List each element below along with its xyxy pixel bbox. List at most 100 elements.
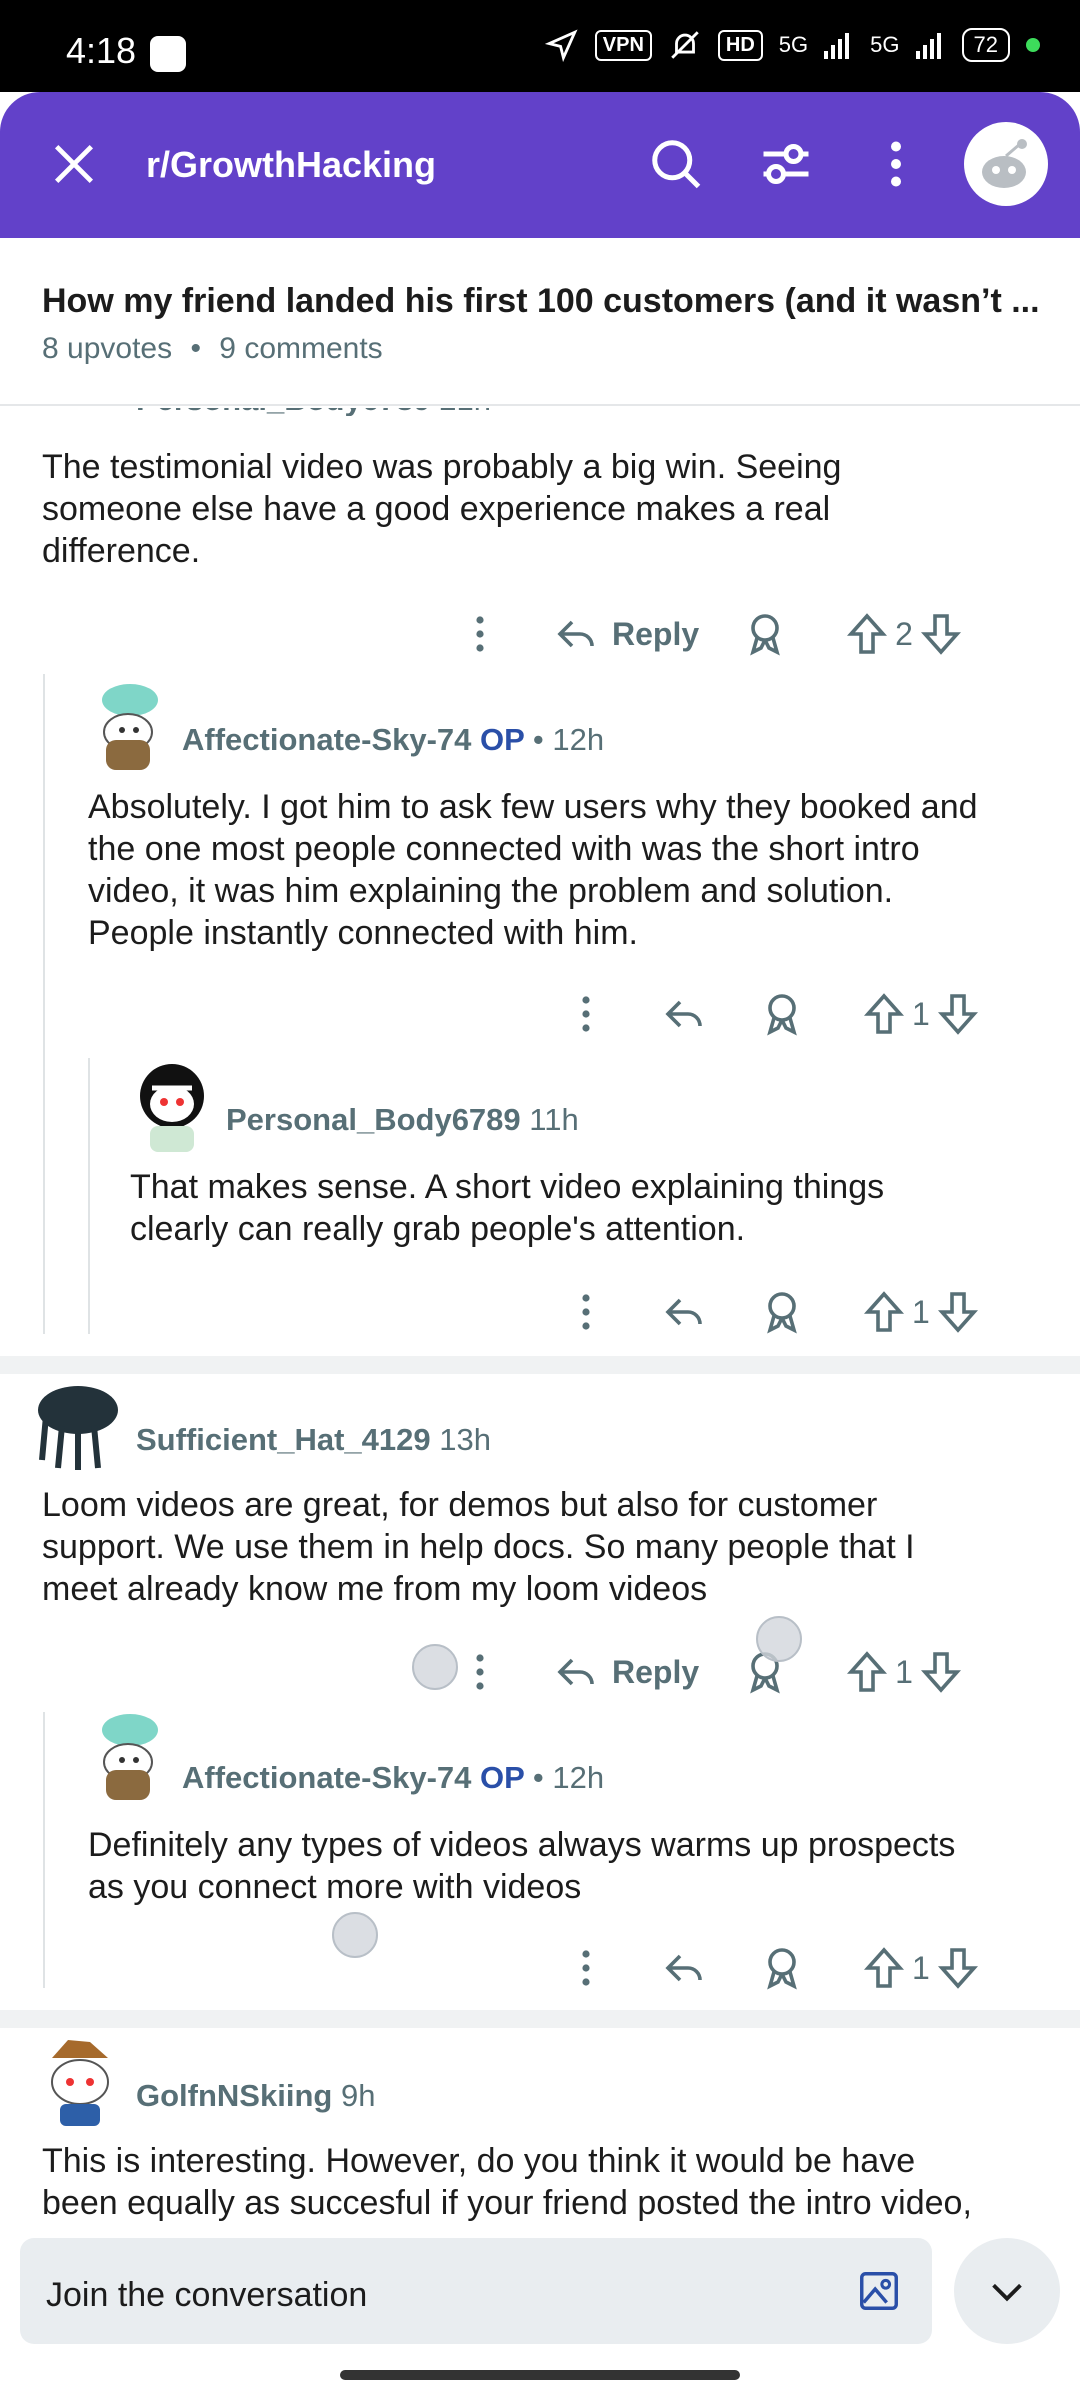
comment-actions: 1 xyxy=(562,1938,982,1998)
upvote-icon[interactable] xyxy=(860,990,908,1038)
comment-body: Definitely any types of videos always wa… xyxy=(88,1824,955,1908)
image-icon[interactable] xyxy=(856,2268,902,2314)
chevron-down-icon xyxy=(992,2283,1022,2302)
avatar[interactable] xyxy=(126,1058,218,1154)
notification-app-icon xyxy=(150,36,186,72)
post-header[interactable]: How my friend landed his first 100 custo… xyxy=(0,238,1080,406)
username[interactable]: Personal_Body6789 xyxy=(136,408,431,416)
reply-icon[interactable] xyxy=(660,990,708,1038)
battery-icon: 72 xyxy=(961,28,1010,62)
touch-indicator xyxy=(332,1912,378,1958)
subreddit-name[interactable]: r/GrowthHacking xyxy=(146,144,436,186)
op-badge: OP xyxy=(480,722,525,757)
op-badge: OP xyxy=(480,1760,525,1795)
comment-line: Absolutely. I got him to ask few users w… xyxy=(88,788,978,826)
comment-count: 9 comments xyxy=(219,332,383,365)
username[interactable]: Affectionate-Sky-74 xyxy=(182,1760,471,1795)
post-title[interactable]: How my friend landed his first 100 custo… xyxy=(42,282,1042,321)
username[interactable]: Personal_Body6789 xyxy=(226,1102,521,1137)
comment-line: Loom videos are great, for demos but als… xyxy=(42,1486,878,1524)
comment-time: • 12h xyxy=(532,722,605,757)
upvote-icon[interactable] xyxy=(860,1944,908,1992)
upvote-count: 8 upvotes xyxy=(42,332,173,365)
collapse-button[interactable] xyxy=(954,2238,1060,2344)
upvote-icon[interactable] xyxy=(843,1648,891,1696)
reply-button[interactable]: Reply xyxy=(552,610,699,658)
vote-count: 1 xyxy=(895,1653,913,1690)
more-options-icon[interactable] xyxy=(456,1648,504,1696)
comment-body: That makes sense. A short video explaini… xyxy=(130,1166,884,1250)
comment-actions: Reply 2 xyxy=(456,604,965,664)
avatar[interactable] xyxy=(88,670,172,774)
snoo-avatar-icon xyxy=(140,1064,204,1152)
downvote-icon[interactable] xyxy=(917,610,965,658)
upvote-icon[interactable] xyxy=(860,1288,908,1336)
reply-icon[interactable] xyxy=(660,1944,708,1992)
comment-time: 13h xyxy=(439,1422,491,1457)
award-icon[interactable] xyxy=(758,990,806,1038)
comment-line: someone else have a good experience make… xyxy=(42,490,831,528)
comment-author: GolfnNSkiing 9h xyxy=(136,2078,375,2114)
search-icon[interactable] xyxy=(646,134,706,194)
reply-label: Reply xyxy=(612,1653,700,1690)
downvote-icon[interactable] xyxy=(934,1288,982,1336)
more-options-icon[interactable] xyxy=(562,1288,610,1336)
comment-line: That makes sense. A short video explaini… xyxy=(130,1168,885,1206)
avatar[interactable] xyxy=(32,1376,122,1472)
reply-icon xyxy=(557,1658,594,1686)
upvote-icon[interactable] xyxy=(843,610,891,658)
comment-time: • 12h xyxy=(532,1760,605,1795)
comment-actions: Reply 1 xyxy=(456,1642,965,1702)
comment-line: meet already know me from my loom videos xyxy=(42,1570,708,1608)
award-icon[interactable] xyxy=(758,1288,806,1336)
home-indicator[interactable] xyxy=(340,2370,740,2380)
snoo-avatar-icon xyxy=(102,684,158,770)
comment-author: Affectionate-Sky-74 OP • 12h xyxy=(182,1760,604,1796)
comment-author: Sufficient_Hat_4129 13h xyxy=(136,1422,491,1458)
avatar[interactable] xyxy=(38,2030,122,2130)
filter-icon[interactable] xyxy=(756,134,816,194)
comment-actions: 1 xyxy=(562,1282,982,1342)
reply-label: Reply xyxy=(612,615,700,652)
status-bar: 4:18 VPN HD 5G 5G 72 xyxy=(0,0,1080,92)
comment-body: Absolutely. I got him to ask few users w… xyxy=(88,786,978,954)
reply-button[interactable]: Reply xyxy=(552,1648,699,1696)
comment-author: Affectionate-Sky-74 OP • 12h xyxy=(182,722,604,758)
vote-count: 2 xyxy=(895,615,913,652)
downvote-icon[interactable] xyxy=(917,1648,965,1696)
comment-line: This is interesting. However, do you thi… xyxy=(42,2142,916,2180)
award-icon[interactable] xyxy=(741,610,789,658)
thread-line[interactable] xyxy=(43,1712,45,1988)
vote-count: 1 xyxy=(912,1949,930,1986)
more-options-icon[interactable] xyxy=(562,990,610,1038)
comment-line: People instantly connected with him. xyxy=(88,914,638,952)
comment-actions: 1 xyxy=(562,984,982,1044)
comment-body: This is interesting. However, do you thi… xyxy=(42,2140,972,2224)
comment-time: 9h xyxy=(340,2078,376,2113)
reply-icon[interactable] xyxy=(660,1288,708,1336)
comment-divider xyxy=(0,1356,1080,1374)
downvote-icon[interactable] xyxy=(934,990,982,1038)
username[interactable]: Sufficient_Hat_4129 xyxy=(136,1422,431,1457)
location-icon xyxy=(544,29,578,62)
join-conversation-input[interactable]: Join the conversation xyxy=(20,2238,932,2344)
top-app-bar: r/GrowthHacking xyxy=(0,92,1080,238)
signal-bars-icon-2 xyxy=(915,33,941,59)
close-icon[interactable] xyxy=(48,138,100,190)
username[interactable]: GolfnNSkiing xyxy=(136,2078,332,2113)
thread-line[interactable] xyxy=(88,1058,90,1334)
comment-line: support. We use them in help docs. So ma… xyxy=(42,1528,915,1566)
more-options-icon[interactable] xyxy=(456,610,504,658)
meta-separator: • xyxy=(190,332,201,365)
signal-5g-icon: 5G xyxy=(778,32,809,57)
award-icon[interactable] xyxy=(758,1944,806,1992)
more-options-icon[interactable] xyxy=(866,134,926,194)
vote-count: 1 xyxy=(912,1293,930,1330)
comment-line: Definitely any types of videos always wa… xyxy=(88,1826,956,1864)
thread-line[interactable] xyxy=(43,674,45,1334)
user-avatar[interactable] xyxy=(964,122,1048,206)
username[interactable]: Affectionate-Sky-74 xyxy=(182,722,471,757)
more-options-icon[interactable] xyxy=(562,1944,610,1992)
avatar[interactable] xyxy=(88,1700,172,1804)
downvote-icon[interactable] xyxy=(934,1944,982,1992)
